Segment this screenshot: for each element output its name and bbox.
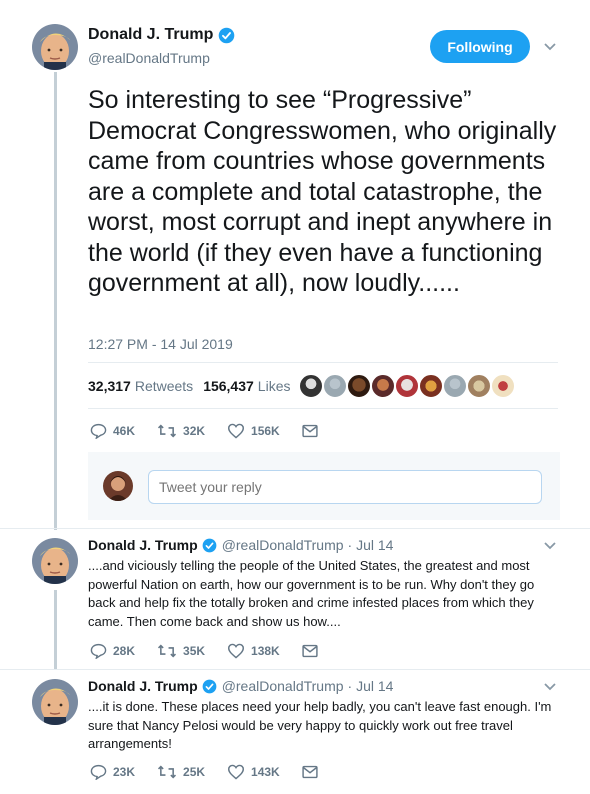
engagement-stats: 32,317 Retweets 156,437 Likes: [88, 378, 290, 394]
liker-avatar[interactable]: [442, 373, 468, 399]
retweets-label[interactable]: Retweets: [135, 378, 193, 394]
verified-badge-icon: [202, 538, 217, 552]
heart-icon: [228, 643, 245, 659]
reply-icon: [90, 643, 107, 659]
liker-avatar[interactable]: [418, 373, 444, 399]
likes-count[interactable]: 156,437: [203, 378, 254, 394]
chevron-down-icon[interactable]: [543, 541, 557, 551]
retweet-count: 25K: [183, 765, 206, 779]
tweet-text: ....it is done. These places need your h…: [88, 699, 552, 751]
reply-count: 46K: [113, 424, 136, 438]
tweet-text: ....and viciously telling the people of …: [88, 558, 535, 629]
chevron-down-icon[interactable]: [543, 682, 557, 692]
verified-badge-icon: [219, 27, 235, 43]
envelope-icon: [302, 424, 318, 438]
reply-icon: [90, 764, 107, 780]
retweet-count: 35K: [183, 644, 206, 658]
author-handle[interactable]: @realDonaldTrump: [222, 537, 344, 553]
reply-button[interactable]: 46K: [90, 423, 135, 439]
retweet-button[interactable]: 32K: [157, 423, 205, 439]
reply-button[interactable]: 28K: [90, 643, 135, 659]
divider: [88, 408, 558, 409]
following-button[interactable]: Following: [430, 30, 530, 63]
like-button[interactable]: 138K: [227, 643, 280, 659]
author-avatar[interactable]: [32, 538, 78, 584]
like-button[interactable]: 143K: [227, 764, 280, 780]
divider: [0, 528, 590, 529]
retweet-button[interactable]: 35K: [157, 643, 205, 659]
tweet-actions: 46K 32K 156K: [90, 423, 346, 439]
like-count: 138K: [251, 644, 280, 658]
liker-avatar[interactable]: [298, 373, 324, 399]
retweet-button[interactable]: 25K: [157, 764, 205, 780]
dm-button[interactable]: [302, 424, 324, 438]
thread-line-mid: [54, 590, 57, 670]
like-count: 156K: [251, 424, 280, 438]
liker-avatar[interactable]: [322, 373, 348, 399]
reply-input[interactable]: [148, 470, 542, 504]
reply-icon: [90, 423, 107, 439]
tweet-date[interactable]: · Jul 14: [348, 678, 394, 694]
chevron-down-icon[interactable]: [543, 42, 557, 52]
likers-avatars: [298, 373, 516, 399]
liker-avatar[interactable]: [490, 373, 516, 399]
liker-avatar[interactable]: [394, 373, 420, 399]
tweet-header: Donald J. Trump @realDonaldTrump · Jul 1…: [88, 678, 393, 694]
author-handle[interactable]: @realDonaldTrump: [88, 50, 210, 66]
author-name[interactable]: Donald J. Trump: [88, 678, 198, 694]
heart-icon: [228, 764, 245, 780]
author-name[interactable]: Donald J. Trump: [88, 26, 213, 44]
author-avatar[interactable]: [32, 679, 78, 725]
author-handle[interactable]: @realDonaldTrump: [222, 678, 344, 694]
reply-count: 28K: [113, 644, 136, 658]
retweets-count[interactable]: 32,317: [88, 378, 131, 394]
heart-icon: [228, 423, 245, 439]
dm-button[interactable]: [302, 644, 324, 658]
tweet-actions: 28K 35K 138K: [90, 643, 346, 659]
tweet-date[interactable]: · Jul 14: [348, 537, 394, 553]
like-count: 143K: [251, 765, 280, 779]
likes-label[interactable]: Likes: [258, 378, 291, 394]
liker-avatar[interactable]: [370, 373, 396, 399]
user-avatar[interactable]: [103, 471, 133, 501]
dm-button[interactable]: [302, 765, 324, 779]
retweet-count: 32K: [183, 424, 206, 438]
divider: [0, 669, 590, 670]
tweet-header: Donald J. Trump @realDonaldTrump · Jul 1…: [88, 537, 393, 553]
liker-avatar[interactable]: [346, 373, 372, 399]
retweet-icon: [158, 765, 177, 779]
reply-button[interactable]: 23K: [90, 764, 135, 780]
retweet-icon: [158, 424, 177, 438]
author-avatar[interactable]: [32, 24, 78, 70]
author-header: Donald J. Trump: [88, 26, 235, 44]
divider: [88, 362, 558, 363]
tweet-timestamp[interactable]: 12:27 PM - 14 Jul 2019: [88, 336, 233, 352]
reply-count: 23K: [113, 765, 136, 779]
tweet-text: So interesting to see “Progressive” Demo…: [88, 86, 557, 297]
envelope-icon: [302, 644, 318, 658]
envelope-icon: [302, 765, 318, 779]
liker-avatar[interactable]: [466, 373, 492, 399]
tweet-actions: 23K 25K 143K: [90, 764, 346, 780]
author-name[interactable]: Donald J. Trump: [88, 537, 198, 553]
like-button[interactable]: 156K: [227, 423, 280, 439]
retweet-icon: [158, 644, 177, 658]
verified-badge-icon: [202, 679, 217, 693]
thread-line-top: [54, 72, 57, 530]
